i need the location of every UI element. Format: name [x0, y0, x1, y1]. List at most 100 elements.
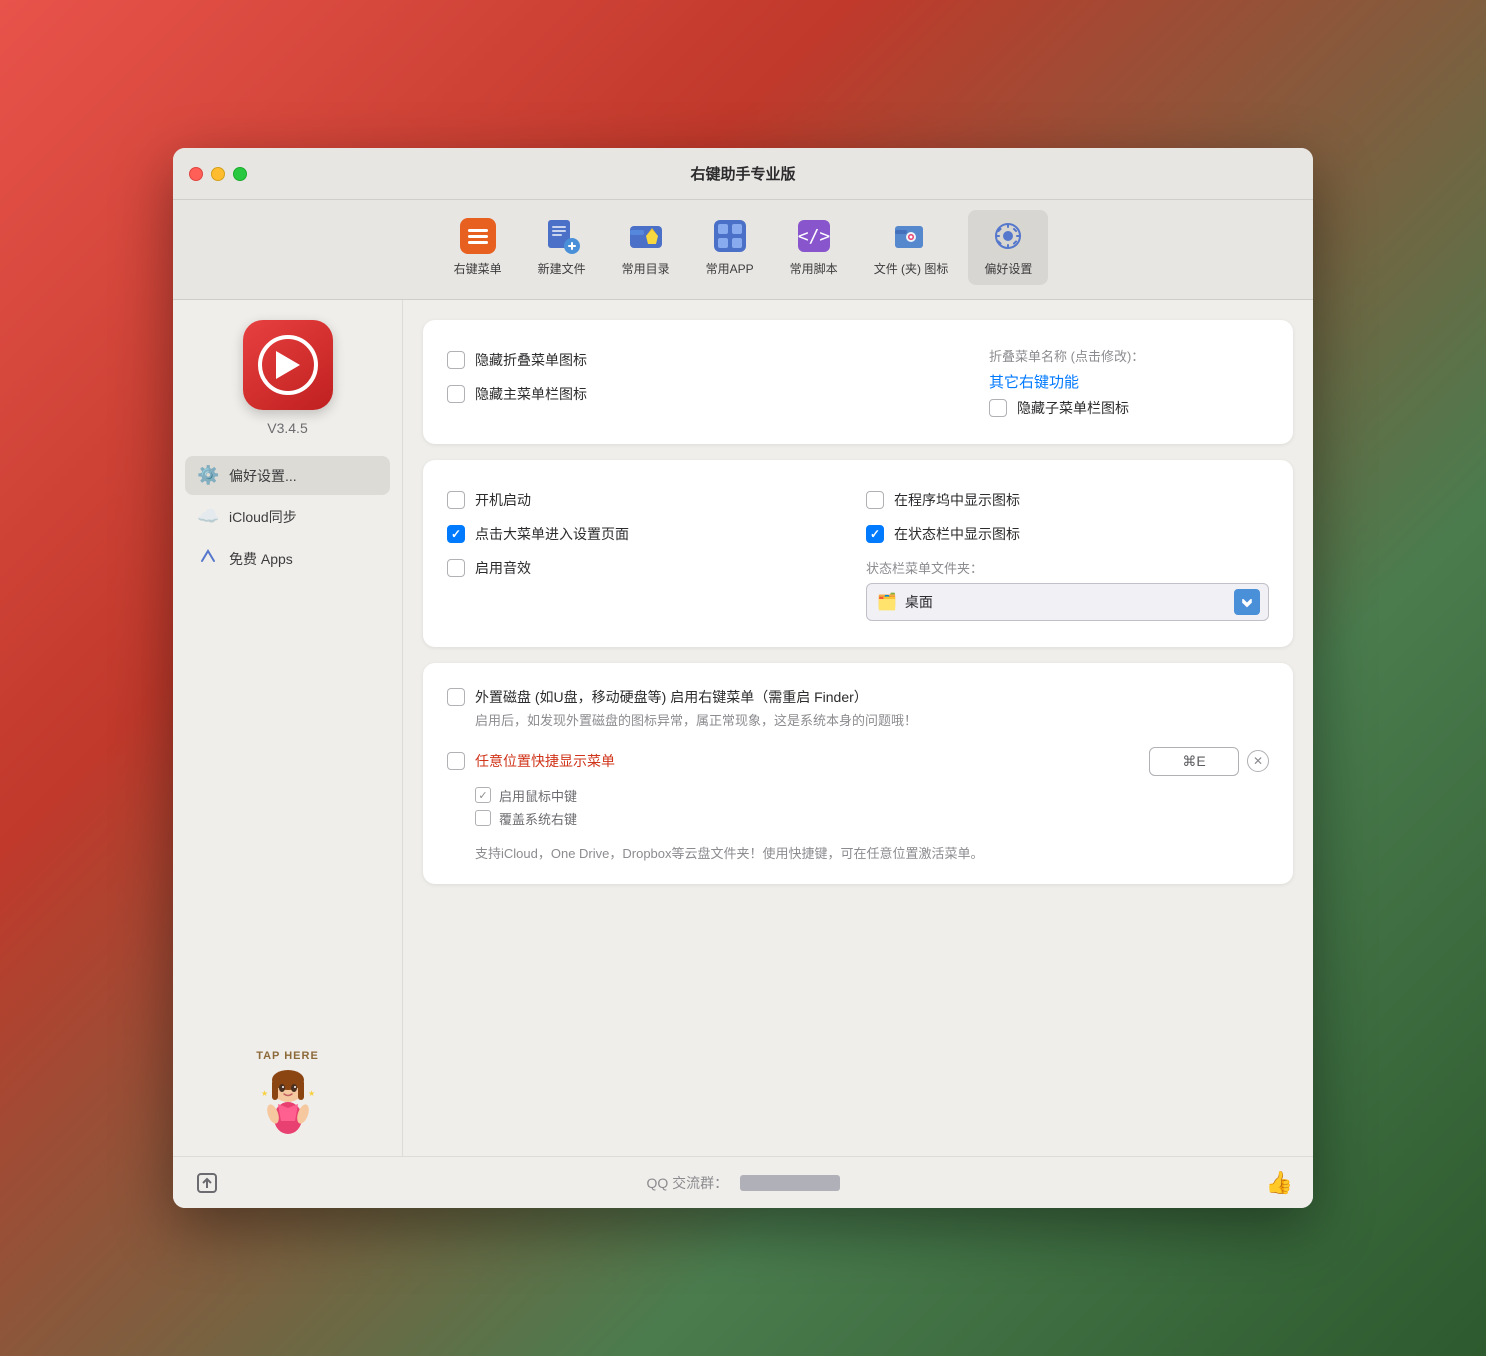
qq-group-number: [740, 1175, 840, 1191]
external-disk-item[interactable]: 外置磁盘 (如U盘，移动硬盘等) 启用右键菜单（需重启 Finder）: [447, 683, 1269, 711]
show-in-dock-item[interactable]: 在程序坞中显示图标: [866, 486, 1269, 514]
main-content: 隐藏折叠菜单图标 隐藏主菜单栏图标 折叠菜单名称 (点击修改)： 其它右键功能 …: [403, 300, 1313, 1156]
show-in-status-bar-checkbox[interactable]: [866, 525, 884, 543]
click-enter-settings-checkbox[interactable]: [447, 525, 465, 543]
anywhere-menu-checkbox[interactable]: [447, 752, 465, 770]
sidebar-nav-free-apps[interactable]: 免费 Apps: [185, 538, 390, 579]
anywhere-menu-label: 任意位置快捷显示菜单: [475, 751, 615, 771]
toolbar-label-common-script: 常用脚本: [790, 260, 838, 277]
external-disk-label: 外置磁盘 (如U盘，移动硬盘等) 启用右键菜单（需重启 Finder）: [475, 687, 868, 707]
hide-main-menu-icon-checkbox[interactable]: [447, 385, 465, 403]
show-in-dock-label: 在程序坞中显示图标: [894, 490, 1020, 510]
hide-main-menu-icon-item[interactable]: 隐藏主菜单栏图标: [447, 380, 973, 408]
fullscreen-button[interactable]: [233, 167, 247, 181]
toolbar-label-new-file: 新建文件: [538, 260, 586, 277]
like-button[interactable]: 👍: [1266, 1170, 1293, 1196]
app-icon: [243, 320, 333, 410]
shortcut-key-box[interactable]: ⌘E: [1149, 747, 1239, 776]
right-label-area-1: 折叠菜单名称 (点击修改)： 其它右键功能 隐藏子菜单栏图标: [989, 346, 1269, 418]
toolbar-label-preferences: 偏好设置: [984, 260, 1032, 277]
toolbar: 右键菜单 新建文件: [173, 200, 1313, 300]
window-title: 右键助手专业版: [690, 163, 795, 184]
file-icon-icon: [893, 218, 929, 254]
toolbar-item-preferences[interactable]: 偏好设置: [968, 210, 1048, 285]
close-button[interactable]: [189, 167, 203, 181]
settings-col-left-1: 隐藏折叠菜单图标 隐藏主菜单栏图标: [447, 346, 973, 408]
enable-mouse-middle-item[interactable]: 启用鼠标中键: [475, 786, 1269, 805]
toolbar-item-common-dir[interactable]: 常用目录: [606, 210, 686, 285]
toolbar-label-file-icon: 文件 (夹) 图标: [874, 260, 949, 277]
sidebar: V3.4.5 ⚙️ 偏好设置... ☁️ iCloud同步: [173, 300, 403, 1156]
svg-text:★: ★: [308, 1089, 315, 1098]
anywhere-menu-item[interactable]: 任意位置快捷显示菜单: [447, 747, 1137, 775]
sidebar-nav-preferences-label: 偏好设置...: [229, 466, 297, 486]
svg-text:★: ★: [261, 1089, 268, 1098]
settings-col-left-2: 开机启动 点击大菜单进入设置页面 启用音效: [447, 486, 850, 582]
icloud-nav-icon: ☁️: [197, 506, 219, 527]
footer-center: QQ 交流群：: [221, 1173, 1266, 1193]
hide-fold-menu-icon-label: 隐藏折叠菜单图标: [475, 350, 587, 370]
toolbar-label-common-app: 常用APP: [706, 260, 754, 277]
mascot[interactable]: ★ ★: [253, 1066, 323, 1136]
folder-select-icon: 🗂️: [877, 592, 897, 612]
main-window: 右键助手专业版 右键菜单: [173, 148, 1313, 1208]
sidebar-bottom: TAP HERE: [253, 1050, 323, 1136]
settings-row-2: 开机启动 点击大菜单进入设置页面 启用音效: [447, 480, 1269, 627]
show-in-status-bar-item[interactable]: 在状态栏中显示图标: [866, 520, 1269, 548]
shortcut-clear-button[interactable]: ✕: [1247, 750, 1269, 772]
shortcut-controls: ⌘E ✕: [1149, 747, 1269, 776]
svg-text:</>: </>: [797, 226, 830, 247]
enable-sound-item[interactable]: 启用音效: [447, 554, 850, 582]
settings-card-2: 开机启动 点击大菜单进入设置页面 启用音效: [423, 460, 1293, 647]
auto-start-item[interactable]: 开机启动: [447, 486, 850, 514]
sidebar-nav-free-apps-label: 免费 Apps: [229, 549, 293, 569]
settings-card-1: 隐藏折叠菜单图标 隐藏主菜单栏图标 折叠菜单名称 (点击修改)： 其它右键功能 …: [423, 320, 1293, 444]
toolbar-item-new-file[interactable]: 新建文件: [522, 210, 602, 285]
enable-sound-checkbox[interactable]: [447, 559, 465, 577]
external-disk-checkbox[interactable]: [447, 688, 465, 706]
qq-group-label: QQ 交流群：: [646, 1173, 728, 1193]
auto-start-checkbox[interactable]: [447, 491, 465, 509]
toolbar-item-common-script[interactable]: </> 常用脚本: [774, 210, 854, 285]
enable-mouse-middle-checkbox[interactable]: [475, 787, 491, 803]
cover-system-right-label: 覆盖系统右键: [499, 809, 577, 828]
settings-card-3: 外置磁盘 (如U盘，移动硬盘等) 启用右键菜单（需重启 Finder） 启用后，…: [423, 663, 1293, 884]
icloud-shortcut-desc: 支持iCloud，One Drive，Dropbox等云盘文件夹！使用快捷键，可…: [447, 844, 1269, 865]
free-apps-nav-icon: [197, 547, 219, 570]
folder-select-arrow[interactable]: [1234, 589, 1260, 615]
auto-start-label: 开机启动: [475, 490, 531, 510]
toolbar-item-right-click-menu[interactable]: 右键菜单: [438, 210, 518, 285]
sidebar-nav-icloud-label: iCloud同步: [229, 507, 297, 527]
toolbar-item-common-app[interactable]: 常用APP: [690, 210, 770, 285]
app-icon-inner: [258, 335, 318, 395]
click-enter-settings-label: 点击大菜单进入设置页面: [475, 524, 629, 544]
content-area: V3.4.5 ⚙️ 偏好设置... ☁️ iCloud同步: [173, 300, 1313, 1156]
cover-system-right-item[interactable]: 覆盖系统右键: [475, 809, 1269, 828]
cover-system-right-checkbox[interactable]: [475, 810, 491, 826]
click-enter-settings-item[interactable]: 点击大菜单进入设置页面: [447, 520, 850, 548]
titlebar: 右键助手专业版: [173, 148, 1313, 200]
hide-sub-menu-icon-checkbox[interactable]: [989, 399, 1007, 417]
hide-fold-menu-icon-item[interactable]: 隐藏折叠菜单图标: [447, 346, 973, 374]
folder-select[interactable]: 🗂️ 桌面: [866, 583, 1269, 621]
show-in-dock-checkbox[interactable]: [866, 491, 884, 509]
toolbar-item-file-icon[interactable]: 文件 (夹) 图标: [858, 210, 965, 285]
status-bar-folder-row: 状态栏菜单文件夹：: [866, 558, 1269, 577]
app-version: V3.4.5: [267, 420, 307, 436]
enable-sound-label: 启用音效: [475, 558, 531, 578]
hide-fold-menu-icon-checkbox[interactable]: [447, 351, 465, 369]
sidebar-nav-icloud[interactable]: ☁️ iCloud同步: [185, 497, 390, 536]
status-bar-folder-hint: 状态栏菜单文件夹：: [866, 558, 983, 577]
sidebar-nav-preferences[interactable]: ⚙️ 偏好设置...: [185, 456, 390, 495]
preferences-icon: [990, 218, 1026, 254]
export-button[interactable]: [193, 1169, 221, 1197]
fold-menu-name-link[interactable]: 其它右键功能: [989, 371, 1269, 392]
sub-options: 启用鼠标中键 覆盖系统右键: [447, 786, 1269, 828]
minimize-button[interactable]: [211, 167, 225, 181]
footer: QQ 交流群： 👍: [173, 1156, 1313, 1208]
tap-here-badge: TAP HERE: [256, 1050, 319, 1062]
hide-sub-menu-icon-item[interactable]: 隐藏子菜单栏图标: [989, 398, 1269, 418]
fold-menu-name-hint: 折叠菜单名称 (点击修改)：: [989, 346, 1269, 365]
settings-row-1: 隐藏折叠菜单图标 隐藏主菜单栏图标 折叠菜单名称 (点击修改)： 其它右键功能 …: [447, 340, 1269, 424]
folder-select-label: 桌面: [905, 592, 1226, 612]
